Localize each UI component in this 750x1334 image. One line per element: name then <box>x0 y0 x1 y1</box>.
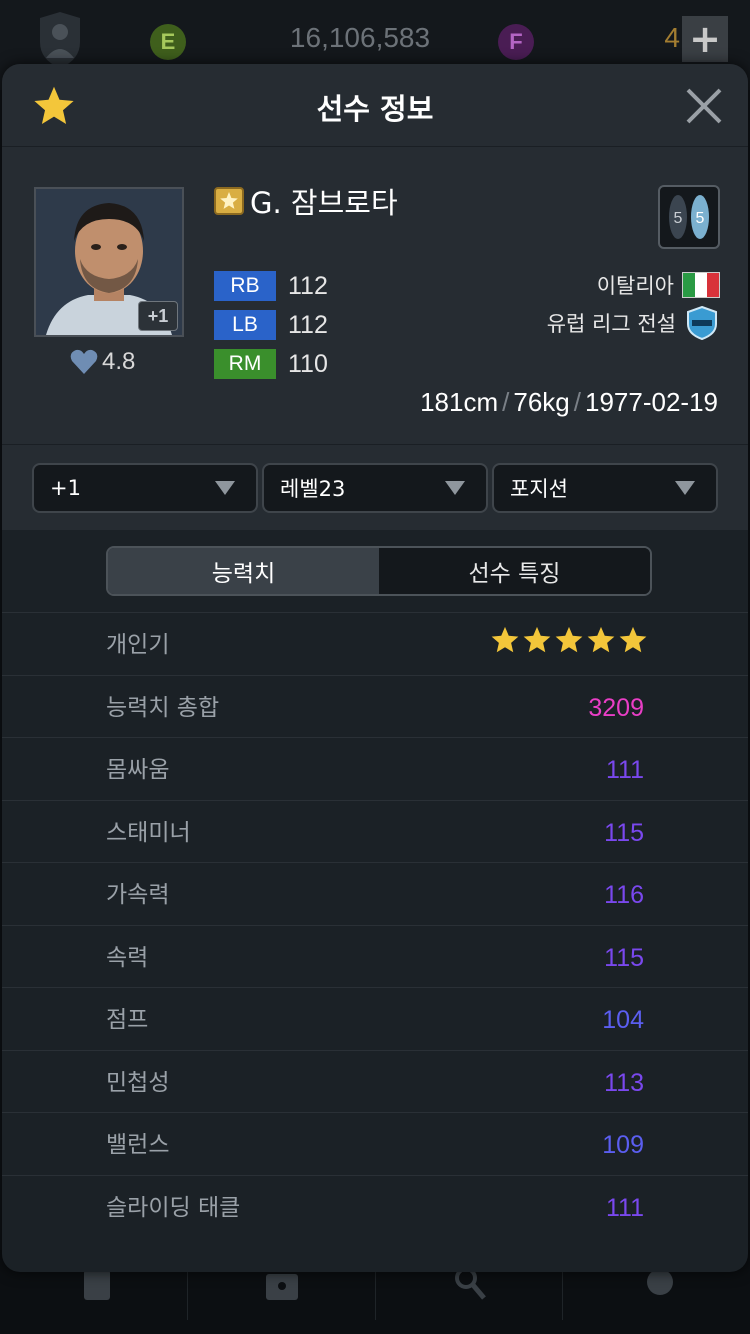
stat-label: 몸싸움 <box>106 757 170 783</box>
player-rating: 4.8 <box>70 347 135 377</box>
f-coin-icon: F <box>498 24 534 60</box>
stat-row: 민첩성 113 <box>2 1049 748 1113</box>
card-icon[interactable] <box>80 1268 120 1302</box>
stat-value: 115 <box>604 943 644 972</box>
season-legend-icon <box>214 187 244 215</box>
stat-row: 속력 115 <box>2 924 748 988</box>
position-ovr: 110 <box>288 349 328 378</box>
level-dropdown-value: 레벨23 <box>280 477 346 501</box>
bp-balance: 16,106,583 <box>289 22 431 53</box>
bio-separator: / <box>573 387 581 417</box>
level-dropdown[interactable]: 레벨23 <box>262 463 488 513</box>
stat-value: 104 <box>602 1006 644 1034</box>
stat-value: 111 <box>605 1193 644 1222</box>
ep-icon[interactable] <box>640 1268 680 1302</box>
stats-list: 개인기능력치 총합 3209 몸싸움 111 스태미너 115 가속력 116 속력 115 점프 1… <box>2 612 748 1237</box>
star-icon <box>587 626 615 653</box>
italy-flag-icon <box>682 272 720 298</box>
heart-icon <box>70 349 98 374</box>
chevron-down-icon <box>215 481 235 495</box>
stat-row: 능력치 총합 3209 <box>2 674 748 738</box>
player-name: G. 잠브로타 <box>250 186 398 220</box>
player-bio: 181cm/76kg/1977-02-19 <box>420 387 718 418</box>
chevron-down-icon <box>675 481 695 495</box>
star-icon <box>619 626 647 653</box>
position-list: RB 112 LB 112 RM 110 <box>214 267 328 384</box>
tab-traits[interactable]: 선수 특징 <box>379 548 650 594</box>
popup-header: 선수 정보 <box>2 64 748 146</box>
player-birth-date: 1977-02-19 <box>585 387 718 417</box>
stat-value: 3209 <box>588 693 644 722</box>
close-icon[interactable] <box>684 86 724 126</box>
enhance-badge: +1 <box>138 301 178 331</box>
stat-label: 민첩성 <box>106 1069 170 1096</box>
position-ovr: 112 <box>288 271 328 300</box>
nation-name: 이탈리아 <box>596 274 674 298</box>
legend-league-icon <box>687 306 717 340</box>
league-name: 유럽 리그 전설 <box>546 312 676 336</box>
bio-separator: / <box>502 387 510 417</box>
stat-value: 109 <box>602 1131 644 1159</box>
feet-icon: 5 5 <box>669 195 709 239</box>
weak-foot-left: 5 <box>674 210 683 227</box>
stat-value: 115 <box>604 818 644 847</box>
stat-label: 점프 <box>106 1007 149 1033</box>
weak-foot-right: 5 <box>696 210 705 227</box>
position-ovr: 112 <box>288 310 328 339</box>
player-height: 181cm <box>420 387 499 417</box>
stat-label: 가속력 <box>106 882 170 908</box>
enhance-dropdown[interactable]: +1 <box>32 463 258 513</box>
stat-row: 밸런스 109 <box>2 1112 748 1175</box>
star-icon <box>555 626 583 653</box>
stat-row: 가속력 116 <box>2 862 748 925</box>
stat-row: 개인기 <box>2 612 748 675</box>
lock-box-icon[interactable] <box>262 1268 302 1302</box>
position-row: RB 112 <box>214 267 328 305</box>
popup-title: 선수 정보 <box>316 92 434 126</box>
info-tabs: 능력치 선수 특징 <box>106 546 652 596</box>
position-dropdown[interactable]: 포지션 <box>492 463 718 513</box>
position-badge: RM <box>214 349 276 379</box>
tab-stats[interactable]: 능력치 <box>108 548 379 594</box>
stat-label: 슬라이딩 태클 <box>106 1194 241 1221</box>
enhance-dropdown-value: +1 <box>50 476 81 500</box>
stat-value: 111 <box>605 756 644 784</box>
stat-label: 스태미너 <box>106 819 191 846</box>
manager-icon[interactable] <box>36 12 84 68</box>
stat-row: 점프 104 <box>2 987 748 1050</box>
filter-controls: +1 레벨23 포지션 <box>2 444 748 530</box>
nationality: 이탈리아 <box>597 267 720 303</box>
position-badge: LB <box>214 310 276 340</box>
stat-value: 116 <box>604 881 644 909</box>
star-icon <box>523 626 551 653</box>
league: 유럽 리그 전설 <box>547 305 718 341</box>
rating-value: 4.8 <box>102 348 136 375</box>
f-coin-count: 4 <box>664 22 680 53</box>
skill-stars <box>490 625 648 655</box>
position-row: RM 110 <box>214 345 328 383</box>
stat-label: 속력 <box>106 944 149 971</box>
stat-row: 몸싸움 111 <box>2 737 748 800</box>
add-currency-button[interactable]: + <box>682 16 728 62</box>
position-dropdown-value: 포지션 <box>510 477 568 501</box>
weak-foot-indicator: 5 5 <box>658 185 720 249</box>
chevron-down-icon <box>445 481 465 495</box>
player-name-row: G. 잠브로타 <box>214 183 398 220</box>
player-info-popup: 선수 정보 +1 4.8 G. 잠브로타 5 5 RB 112 LB 112 R… <box>2 64 748 1272</box>
player-weight: 76kg <box>513 387 570 417</box>
star-icon <box>491 626 519 653</box>
e-coin-icon: E <box>150 24 186 60</box>
position-badge: RB <box>214 271 276 301</box>
stat-value: 113 <box>604 1068 644 1097</box>
position-row: LB 112 <box>214 306 328 344</box>
player-summary: +1 4.8 G. 잠브로타 5 5 RB 112 LB 112 RM 110 … <box>2 146 748 444</box>
stat-row: 스태미너 115 <box>2 799 748 863</box>
stat-label: 밸런스 <box>106 1132 170 1158</box>
player-photo: +1 <box>34 187 184 337</box>
stat-label: 개인기 <box>106 632 170 658</box>
search-icon[interactable] <box>450 1268 490 1302</box>
stat-label: 능력치 총합 <box>106 694 220 721</box>
stat-row: 슬라이딩 태클 111 <box>2 1174 748 1238</box>
